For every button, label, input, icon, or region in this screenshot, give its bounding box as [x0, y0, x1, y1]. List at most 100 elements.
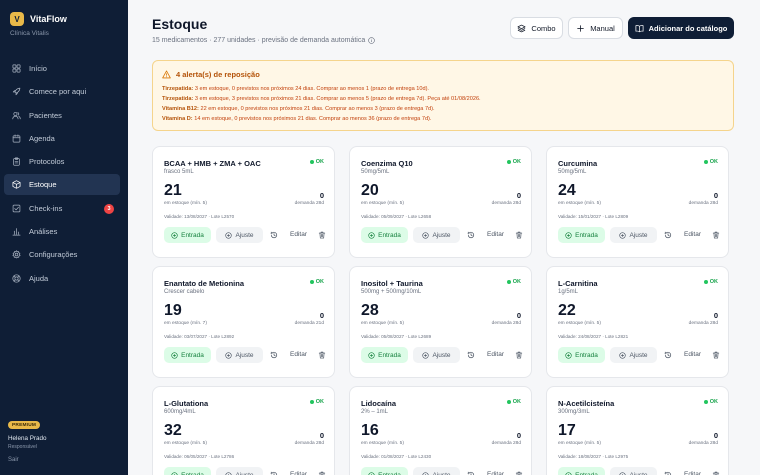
trash-icon[interactable]	[515, 231, 523, 239]
stock-label: em estoque (mín. 5)	[361, 321, 404, 326]
add-from-catalog-button[interactable]: Adicionar do catálogo	[628, 17, 734, 39]
stock-count: 20	[361, 182, 379, 199]
status-label: OK	[315, 279, 324, 285]
entry-button[interactable]: Entrada	[558, 467, 605, 475]
history-icon[interactable]	[270, 471, 278, 475]
sidebar-item-inicio[interactable]: Início	[4, 58, 120, 79]
stock-count: 24	[558, 182, 576, 199]
adjust-button[interactable]: Ajuste	[216, 467, 263, 475]
status-badge: OK	[703, 159, 718, 165]
history-icon[interactable]	[467, 351, 475, 359]
medication-name: Coenzima Q10	[361, 159, 413, 168]
adjust-button[interactable]: Ajuste	[216, 347, 263, 363]
trash-icon[interactable]	[318, 471, 326, 475]
alert-line: Tirzepatida: 3 em estoque, 3 previstos n…	[162, 94, 481, 104]
entry-button[interactable]: Entrada	[164, 467, 211, 475]
trash-icon[interactable]	[515, 471, 523, 475]
edit-button[interactable]: Editar	[684, 471, 701, 475]
history-icon[interactable]	[664, 231, 672, 239]
entry-button[interactable]: Entrada	[558, 227, 605, 243]
entry-button-label: Entrada	[575, 351, 598, 359]
medication-name: Enantato de Metionina	[164, 279, 245, 288]
validity-lot: Validade: 15/01/2027 · Lote L2809	[558, 214, 629, 219]
card-actions: Entrada Ajuste Editar	[558, 347, 720, 363]
entry-button[interactable]: Entrada	[361, 347, 408, 363]
entry-button[interactable]: Entrada	[164, 347, 211, 363]
stock-card: N-Acetilcisteína 300mg/3mL OK 17 em estoque …	[546, 386, 729, 475]
manual-button[interactable]: Manual	[568, 17, 623, 39]
edit-button[interactable]: Editar	[487, 351, 504, 358]
entry-button[interactable]: Entrada	[558, 347, 605, 363]
trash-icon[interactable]	[712, 351, 720, 359]
entry-button[interactable]: Entrada	[164, 227, 211, 243]
trash-icon[interactable]	[318, 231, 326, 239]
adjust-button[interactable]: Ajuste	[610, 227, 657, 243]
combo-button[interactable]: Combo	[510, 17, 563, 39]
demand-label: demanda 28d	[688, 321, 718, 326]
dashboard-icon	[12, 64, 21, 73]
sidebar-item-comece-por-aqui[interactable]: Comece por aqui	[4, 81, 120, 102]
history-icon[interactable]	[467, 231, 475, 239]
status-badge: OK	[309, 159, 324, 165]
edit-button[interactable]: Editar	[290, 471, 307, 475]
adjust-button[interactable]: Ajuste	[216, 227, 263, 243]
history-icon[interactable]	[270, 231, 278, 239]
trash-icon[interactable]	[318, 351, 326, 359]
demand-count: 0	[319, 431, 324, 440]
sidebar-item-label: Comece por aqui	[29, 87, 87, 97]
trash-icon[interactable]	[712, 231, 720, 239]
status-label: OK	[709, 279, 718, 285]
alert-item-name: Tirzepatida:	[162, 86, 194, 92]
trash-icon[interactable]	[712, 471, 720, 475]
edit-button[interactable]: Editar	[290, 351, 307, 358]
edit-button[interactable]: Editar	[684, 351, 701, 358]
adjust-button[interactable]: Ajuste	[610, 347, 657, 363]
status-badge: OK	[703, 399, 718, 405]
adjust-button[interactable]: Ajuste	[610, 467, 657, 475]
sidebar-item-label: Agenda	[29, 133, 55, 143]
sidebar-item-configuracoes[interactable]: Configurações	[4, 244, 120, 265]
adjust-button[interactable]: Ajuste	[413, 467, 460, 475]
calendar-icon	[12, 134, 21, 143]
history-icon[interactable]	[270, 351, 278, 359]
entry-button[interactable]: Entrada	[361, 227, 408, 243]
stock-card: L-Glutationa 600mg/4mL OK 32 em estoque (mín…	[152, 386, 335, 475]
adjust-button[interactable]: Ajuste	[413, 227, 460, 243]
validity-lot: Validade: 05/09/2027 · Lote L2658	[361, 214, 432, 219]
history-icon[interactable]	[467, 471, 475, 475]
stock-card: L-Carnitina 1g/5mL OK 22 em estoque (mín. 5)…	[546, 266, 729, 378]
adjust-button[interactable]: Ajuste	[413, 347, 460, 363]
sidebar-item-pacientes[interactable]: Pacientes	[4, 105, 120, 126]
medication-variant: 2% – 1mL	[361, 409, 389, 415]
sidebar-item-agenda[interactable]: Agenda	[4, 128, 120, 149]
info-icon[interactable]	[368, 37, 376, 44]
entry-button[interactable]: Entrada	[361, 467, 408, 475]
stock-label: em estoque (mín. 5)	[558, 441, 601, 446]
edit-button[interactable]: Editar	[290, 231, 307, 238]
brand[interactable]: V VitaFlow	[0, 0, 128, 26]
sidebar-item-analises[interactable]: Análises	[4, 221, 120, 242]
trash-icon[interactable]	[515, 351, 523, 359]
card-actions: Entrada Ajuste Editar	[361, 467, 523, 475]
restock-alert: 4 alerta(s) de reposição Tirzepatida: 3 …	[152, 60, 734, 131]
sidebar-item-protocolos[interactable]: Protocolos	[4, 151, 120, 172]
edit-button[interactable]: Editar	[487, 231, 504, 238]
sidebar-item-ajuda[interactable]: Ajuda	[4, 268, 120, 289]
sidebar-item-check-ins[interactable]: Check-ins 3	[4, 198, 120, 219]
history-icon[interactable]	[664, 351, 672, 359]
entry-button-label: Entrada	[378, 471, 401, 475]
demand-count: 0	[516, 311, 521, 320]
adjust-button-label: Ajuste	[235, 231, 254, 239]
alert-item-text: 3 em estoque, 0 previstos nos próximos 2…	[193, 86, 429, 92]
edit-button[interactable]: Editar	[487, 471, 504, 475]
history-icon[interactable]	[664, 471, 672, 475]
entry-button-label: Entrada	[181, 471, 204, 475]
alert-title: 4 alerta(s) de reposição	[162, 70, 260, 79]
demand-count: 0	[713, 311, 718, 320]
medication-name: L-Glutationa	[164, 399, 209, 408]
sidebar-item-estoque[interactable]: Estoque	[4, 174, 120, 196]
adjust-button-label: Ajuste	[629, 351, 648, 359]
logout-link[interactable]: Sair	[8, 457, 19, 463]
edit-button[interactable]: Editar	[684, 231, 701, 238]
clipboard-icon	[13, 157, 20, 166]
